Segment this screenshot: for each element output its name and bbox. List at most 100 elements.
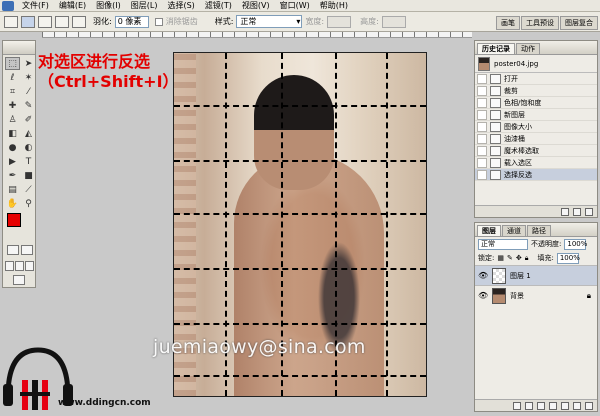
well-tab-brushes[interactable]: 画笔: [496, 16, 520, 30]
quick-mask-mode-icon[interactable]: [21, 245, 33, 255]
style-select[interactable]: 正常: [236, 15, 303, 28]
visibility-eye-icon[interactable]: 👁︎: [478, 271, 488, 281]
layer-set-icon[interactable]: [549, 401, 557, 410]
zoom-tool-icon[interactable]: ⚲: [21, 197, 36, 210]
visibility-eye-icon[interactable]: 👁︎: [478, 291, 488, 301]
blend-mode-select[interactable]: 正常: [478, 238, 528, 250]
photoshop-logo-icon: [2, 0, 14, 11]
well-tab-layer-comps[interactable]: 图层复合: [560, 16, 598, 30]
width-label: 宽度:: [305, 17, 325, 26]
history-snapshot[interactable]: poster04.jpg: [475, 55, 597, 73]
email-watermark: juemiaowy@sina.com: [153, 336, 366, 358]
notes-tool-icon[interactable]: ▤: [5, 183, 20, 196]
rect-marquee-tool-icon[interactable]: ⬚: [5, 57, 20, 70]
paint-bucket-tool-icon[interactable]: ◭: [21, 127, 36, 140]
brush-tool-icon[interactable]: ✎: [21, 99, 36, 112]
eraser-tool-icon[interactable]: ◧: [5, 127, 20, 140]
menu-edit[interactable]: 编辑(E): [54, 0, 91, 11]
lock-position-icon[interactable]: ✥: [516, 254, 522, 262]
antialias-checkbox[interactable]: [154, 17, 163, 26]
feather-label: 羽化:: [93, 17, 112, 26]
pen-tool-icon[interactable]: ✒: [5, 169, 20, 182]
lock-all-icon[interactable]: 🔒︎: [525, 254, 529, 263]
screen-mode-standard-icon[interactable]: [5, 261, 14, 271]
opacity-input[interactable]: 100%: [564, 238, 587, 250]
marquee-preset-icon[interactable]: [4, 15, 18, 28]
photo-head: [254, 75, 334, 190]
foreground-color-swatch[interactable]: [7, 213, 21, 227]
trash-icon[interactable]: [585, 207, 593, 216]
menu-view[interactable]: 视图(V): [237, 0, 275, 11]
tab-actions[interactable]: 动作: [516, 43, 540, 54]
clone-stamp-tool-icon[interactable]: ♙: [5, 113, 20, 126]
history-state-icon: [490, 121, 501, 132]
history-item[interactable]: 魔术棒选取: [475, 145, 597, 157]
dodge-tool-icon[interactable]: ◐: [21, 141, 36, 154]
trash-icon[interactable]: [585, 401, 593, 410]
history-item[interactable]: 打开: [475, 73, 597, 85]
history-item[interactable]: 载入选区: [475, 157, 597, 169]
blur-tool-icon[interactable]: ●: [5, 141, 20, 154]
site-logo: www.ddingcn.com: [0, 340, 160, 416]
history-item[interactable]: 油漆桶: [475, 133, 597, 145]
layers-panel: 图层 通道 路径 正常 不透明度: 100% 锁定: ▦ ✎ ✥ 🔒︎ 填充: …: [474, 222, 598, 412]
link-layers-icon[interactable]: [513, 401, 521, 410]
menu-image[interactable]: 图像(I): [91, 0, 126, 11]
tab-history[interactable]: 历史记录: [477, 43, 515, 54]
shape-tool-icon[interactable]: ■: [21, 169, 36, 182]
history-state-icon: [490, 109, 501, 120]
type-tool-icon[interactable]: T: [21, 155, 36, 168]
fill-input[interactable]: 100%: [556, 252, 580, 264]
screen-mode-full-icon[interactable]: [25, 261, 34, 271]
lock-transparency-icon[interactable]: ▦: [497, 254, 504, 262]
new-layer-icon[interactable]: [573, 401, 581, 410]
menu-help[interactable]: 帮助(H): [315, 0, 353, 11]
new-document-icon[interactable]: [561, 207, 569, 216]
history-brush-tool-icon[interactable]: ✐: [21, 113, 36, 126]
menu-select[interactable]: 选择(S): [162, 0, 199, 11]
jump-to-imageready-icon[interactable]: [13, 275, 25, 285]
well-tab-tool-presets[interactable]: 工具预设: [521, 16, 559, 30]
menu-window[interactable]: 窗口(W): [275, 0, 315, 11]
screen-mode-full-menu-icon[interactable]: [15, 261, 24, 271]
menu-layer[interactable]: 图层(L): [126, 0, 163, 11]
slice-tool-icon[interactable]: ⁄: [21, 85, 36, 98]
eyedropper-tool-icon[interactable]: ⟋: [21, 183, 36, 196]
intersect-selection-icon[interactable]: [72, 15, 86, 28]
new-selection-icon[interactable]: [21, 15, 35, 28]
history-item[interactable]: 色相/饱和度: [475, 97, 597, 109]
path-selection-tool-icon[interactable]: ▶: [5, 155, 20, 168]
history-item[interactable]: 裁剪: [475, 85, 597, 97]
menu-filter[interactable]: 滤镜(T): [200, 0, 237, 11]
history-state-icon: [490, 169, 501, 180]
toolbox-header[interactable]: [3, 41, 35, 55]
crop-tool-icon[interactable]: ⌗: [5, 85, 20, 98]
tab-paths[interactable]: 路径: [527, 225, 551, 236]
lock-image-icon[interactable]: ✎: [507, 254, 513, 262]
standard-mode-icon[interactable]: [7, 245, 19, 255]
feather-input[interactable]: 0 像素: [114, 15, 149, 28]
history-item[interactable]: 新图层: [475, 109, 597, 121]
tab-channels[interactable]: 通道: [502, 225, 526, 236]
menu-file[interactable]: 文件(F): [17, 0, 54, 11]
layer-row[interactable]: 👁︎ 背景 🔒︎: [475, 285, 597, 305]
lasso-tool-icon[interactable]: ℓ: [5, 71, 20, 84]
layer-row-selected[interactable]: 👁︎ 图层 1: [475, 265, 597, 285]
move-tool-icon[interactable]: ➤: [21, 57, 36, 70]
history-item[interactable]: 图像大小: [475, 121, 597, 133]
selection-grid-line: [174, 105, 426, 107]
adjustment-layer-icon[interactable]: [561, 401, 569, 410]
instruction-callout: 对选区进行反选（Ctrl+Shift+I）: [38, 52, 179, 91]
add-selection-icon[interactable]: [38, 15, 52, 28]
hand-tool-icon[interactable]: ✋: [5, 197, 20, 210]
tab-layers[interactable]: 图层: [477, 225, 501, 236]
camera-snapshot-icon[interactable]: [573, 207, 581, 216]
layer-mask-icon[interactable]: [537, 401, 545, 410]
layer-name: 图层 1: [510, 271, 531, 280]
magic-wand-tool-icon[interactable]: ✶: [21, 71, 36, 84]
layers-panel-footer: [475, 399, 597, 411]
healing-brush-tool-icon[interactable]: ✚: [5, 99, 20, 112]
subtract-selection-icon[interactable]: [55, 15, 69, 28]
history-item-selected[interactable]: 选择反选: [475, 169, 597, 181]
layer-style-icon[interactable]: [525, 401, 533, 410]
